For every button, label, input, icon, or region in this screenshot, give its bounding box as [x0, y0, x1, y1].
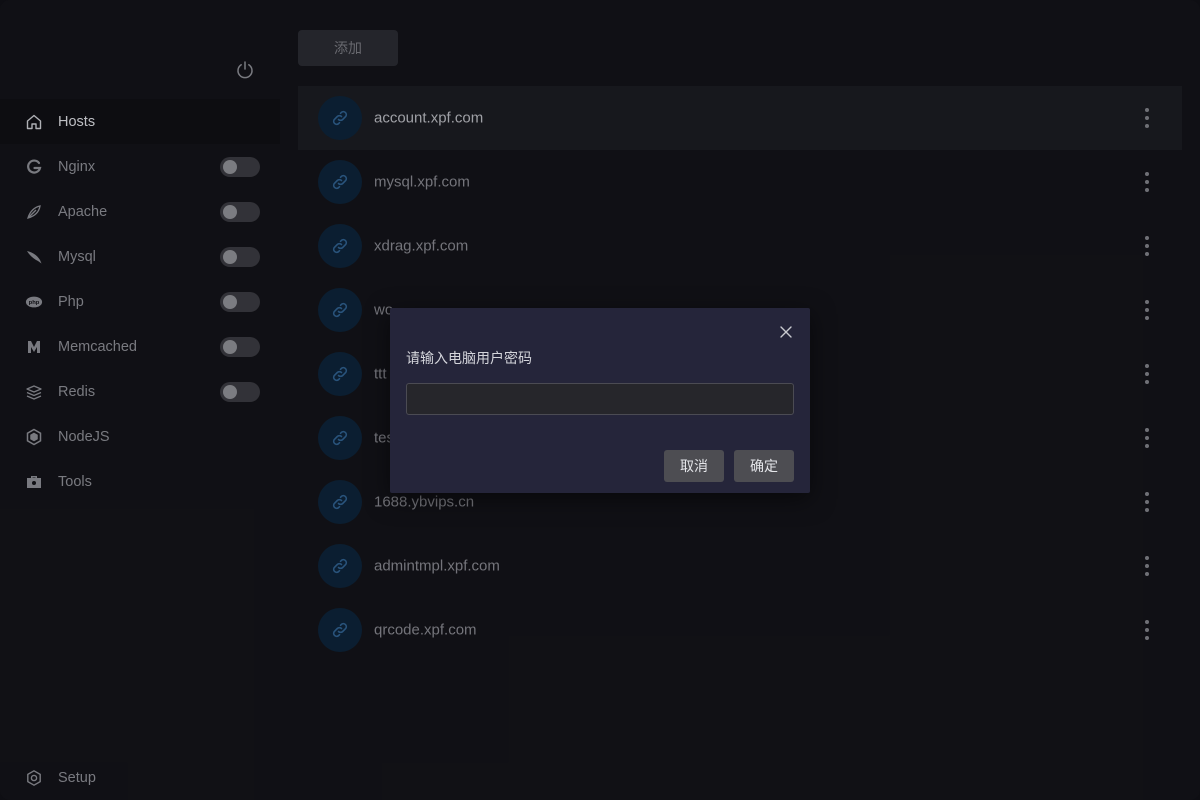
password-input[interactable]: [406, 383, 794, 415]
confirm-button[interactable]: 确定: [734, 450, 794, 482]
cancel-button[interactable]: 取消: [664, 450, 724, 482]
close-dialog-button[interactable]: [778, 324, 794, 340]
app-window: Hosts Nginx Apache Mysql php Php Memcach…: [0, 0, 1200, 800]
close-icon: [780, 326, 792, 338]
dialog-title: 请输入电脑用户密码: [406, 350, 532, 366]
password-dialog: 请输入电脑用户密码 取消 确定: [390, 308, 810, 493]
